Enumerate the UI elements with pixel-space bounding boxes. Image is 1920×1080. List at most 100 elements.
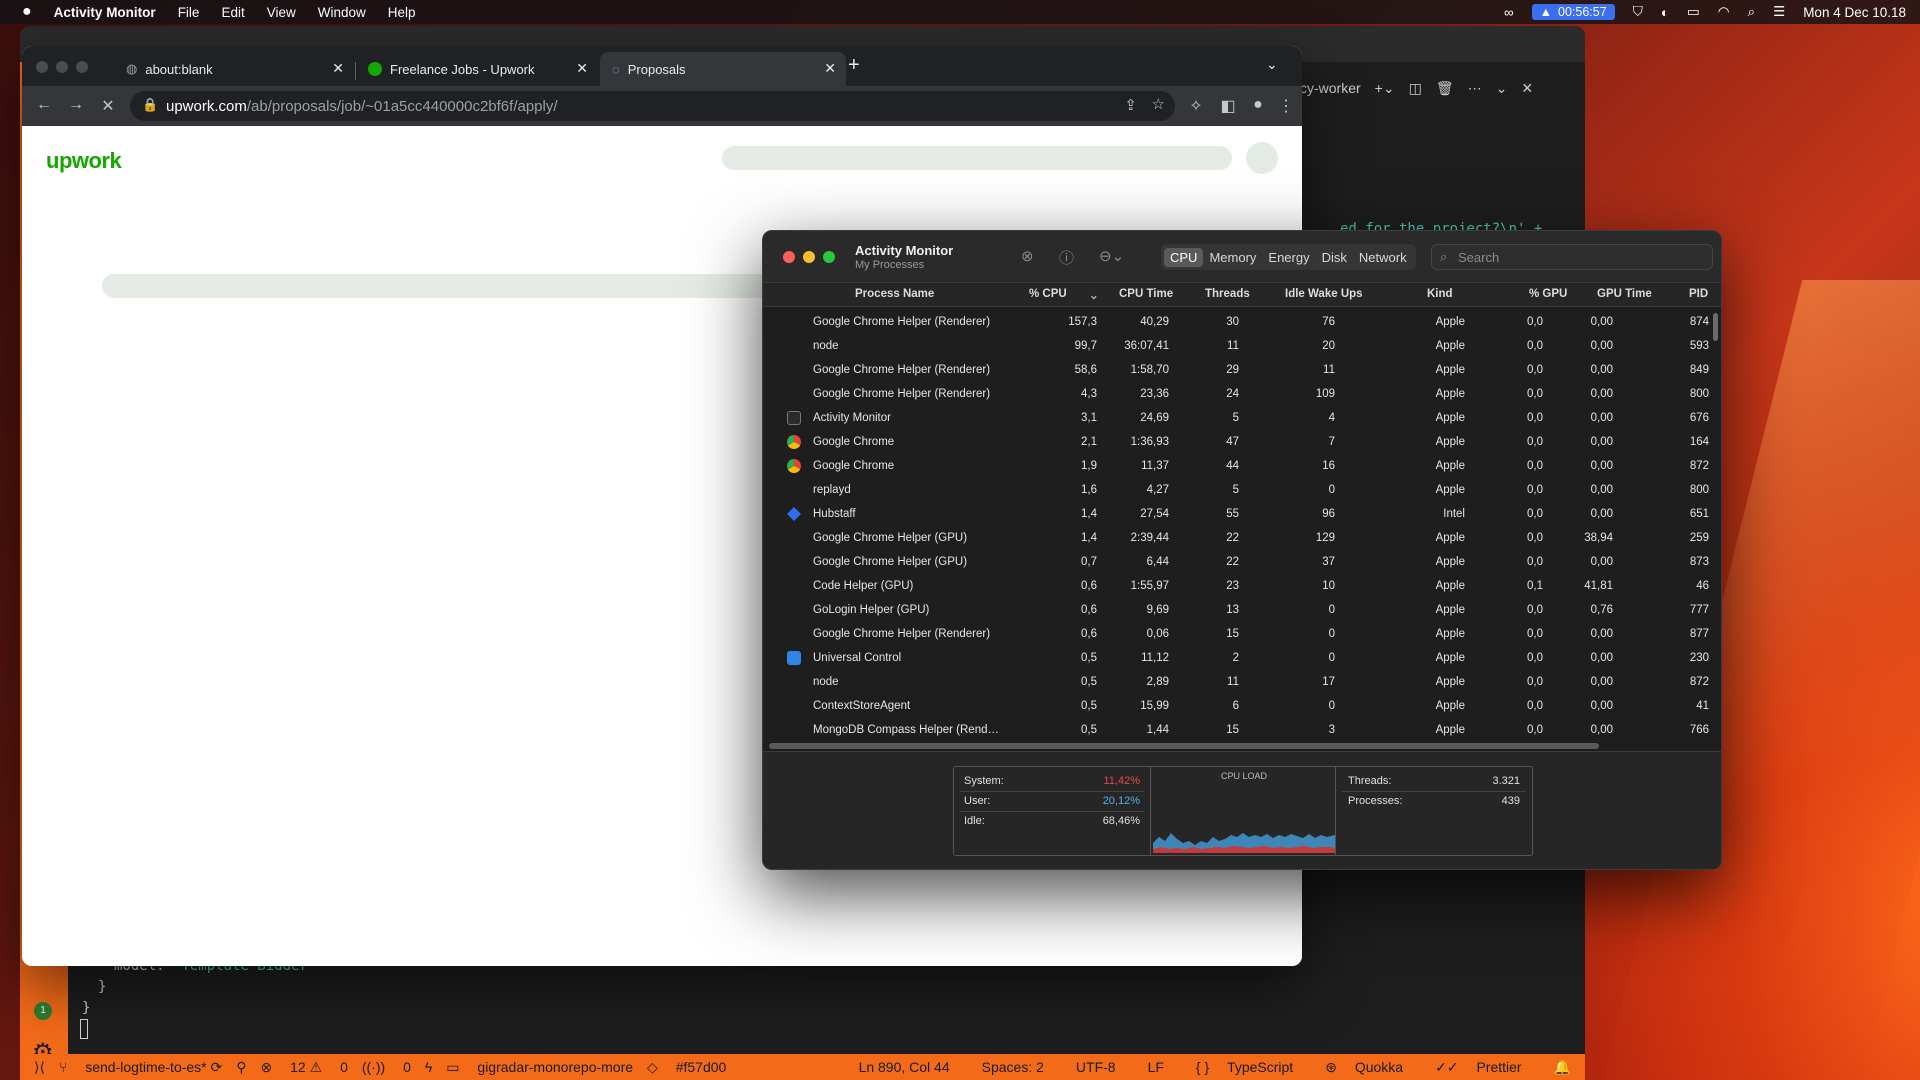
vertical-scrollbar[interactable] [1713, 313, 1718, 341]
bookmark-star-icon[interactable]: ☆ [1152, 95, 1165, 113]
sync-icon[interactable]: ⚲ [236, 1059, 246, 1076]
hubstaff-timer[interactable]: ▲ 00:56:57 [1531, 4, 1615, 20]
process-row[interactable]: Google Chrome Helper (GPU) 0,7 6,44 22 37 App… [763, 551, 1709, 575]
process-row[interactable]: Hubstaff 1,4 27,54 55 96 Intel 0,0 0,00 651 [763, 503, 1709, 527]
horizontal-scrollbar[interactable] [769, 743, 1599, 749]
share-icon[interactable]: ⇪ [1124, 96, 1137, 114]
control-center-icon[interactable]: ☰ [1773, 4, 1785, 20]
ports-item[interactable]: ((·)) 0 [362, 1059, 411, 1075]
search-field[interactable]: ⌕ Search [1431, 244, 1713, 270]
close-icon[interactable]: ✕ [1521, 80, 1533, 97]
prettier-item[interactable]: ✓✓ Prettier [1435, 1059, 1521, 1076]
minimize-window-button[interactable] [803, 251, 815, 263]
apple-icon[interactable]: ● [22, 3, 32, 21]
encoding[interactable]: UTF-8 [1076, 1059, 1116, 1075]
tab-proposals[interactable]: ◌ Proposals ✕ [600, 52, 846, 86]
minimize-window-button[interactable] [56, 61, 68, 73]
tab-network[interactable]: Network [1353, 248, 1413, 267]
new-tab-button[interactable]: + [848, 54, 860, 77]
more-icon[interactable]: ⋯ [1468, 80, 1482, 97]
process-row[interactable]: Google Chrome 2,1 1:36,93 47 7 Apple 0,0 0,00 16… [763, 431, 1709, 455]
process-row[interactable]: Google Chrome Helper (Renderer) 4,3 23,36 2… [763, 383, 1709, 407]
close-tab-icon[interactable]: ✕ [576, 60, 588, 77]
menu-window[interactable]: Window [318, 5, 366, 20]
column-pid[interactable]: PID [1689, 288, 1708, 300]
battery-icon[interactable]: ▭ [1687, 4, 1700, 20]
clock[interactable]: Mon 4 Dec 10.18 [1803, 5, 1906, 20]
code-editor[interactable]: model: 'Template Bidder' } } [80, 956, 316, 1039]
process-row[interactable]: Google Chrome Helper (Renderer) 58,6 1:58,… [763, 359, 1709, 383]
tab-disk[interactable]: Disk [1316, 248, 1353, 267]
tab-memory[interactable]: Memory [1203, 248, 1262, 267]
search-icon[interactable]: ⌕ [1748, 4, 1756, 20]
split-terminal-icon[interactable]: ◫ [1409, 80, 1422, 97]
tab-cpu[interactable]: CPU [1164, 247, 1204, 267]
wifi-icon[interactable]: ◠ [1718, 4, 1730, 20]
process-row[interactable]: node 99,7 36:07,41 11 20 Apple 0,0 0,00 593 [763, 335, 1709, 359]
zoom-window-button[interactable] [76, 61, 88, 73]
column-kind[interactable]: Kind [1427, 288, 1453, 300]
process-row[interactable]: Google Chrome 1,9 11,37 44 16 Apple 0,0 0,00 872 [763, 455, 1709, 479]
close-tab-icon[interactable]: ✕ [332, 60, 344, 77]
extensions-icon[interactable]: ✧ [1186, 96, 1206, 116]
remote-icon[interactable]: ⟩⟨ [34, 1059, 45, 1076]
back-button[interactable]: ← [34, 96, 54, 114]
terminal-name[interactable]: cy-worker [1300, 80, 1361, 96]
indentation[interactable]: Spaces: 2 [982, 1059, 1044, 1075]
app-menu[interactable]: Activity Monitor [54, 5, 156, 20]
problems-item[interactable]: ⊗ 12 ⚠ 0 [261, 1059, 348, 1076]
process-row[interactable]: Activity Monitor 3,1 24,69 5 4 Apple 0,0 0,00 67… [763, 407, 1709, 431]
process-row[interactable]: GoLogin Helper (GPU) 0,6 9,69 13 0 Apple 0,0 0,… [763, 599, 1709, 623]
process-row[interactable]: MongoDB Compass Helper (Rend… 0,5 1,44 15 3 A… [763, 719, 1709, 739]
tab-freelance-jobs[interactable]: Freelance Jobs - Upwork ✕ [356, 52, 598, 86]
lightning-icon[interactable]: ϟ [425, 1059, 432, 1075]
column-process-name[interactable]: Process Name [855, 288, 934, 300]
process-row[interactable]: node 0,5 2,89 11 17 Apple 0,0 0,00 872 [763, 671, 1709, 695]
menu-help[interactable]: Help [388, 5, 416, 20]
process-row[interactable]: Google Chrome Helper (GPU) 1,4 2:39,44 22 12… [763, 527, 1709, 551]
trash-icon[interactable]: 🗑 [1436, 80, 1454, 97]
branch-item[interactable]: ⑂ send-logtime-to-es* ⟳ [59, 1059, 222, 1076]
notifications-icon[interactable]: 🔔 [1554, 1059, 1571, 1076]
column-gpu[interactable]: % GPU [1529, 288, 1567, 300]
process-row[interactable]: Google Chrome Helper (Renderer) 0,6 0,06 15… [763, 623, 1709, 647]
vpn-icon[interactable]: ◐ [1661, 5, 1669, 20]
column-cpu[interactable]: % CPU [1029, 288, 1067, 300]
lock-icon[interactable]: 🔒 [142, 97, 158, 113]
profile-icon[interactable]: ● [1248, 96, 1268, 114]
cursor-position[interactable]: Ln 890, Col 44 [859, 1059, 950, 1075]
stop-loading-button[interactable]: ✕ [98, 96, 118, 116]
commit-item[interactable]: ◇ #f57d00 [647, 1059, 726, 1076]
menu-edit[interactable]: Edit [221, 5, 244, 20]
add-terminal-icon[interactable]: +⌄ [1375, 80, 1395, 97]
process-row[interactable]: ContextStoreAgent 0,5 15,99 6 0 Apple 0,0 0,00 4… [763, 695, 1709, 719]
column-idle-wake-ups[interactable]: Idle Wake Ups [1285, 288, 1363, 300]
line-ending[interactable]: LF [1148, 1059, 1164, 1075]
column-gpu-time[interactable]: GPU Time [1597, 288, 1652, 300]
side-panel-icon[interactable]: ◧ [1218, 96, 1238, 116]
gologin-icon[interactable]: ∞ [1504, 5, 1514, 20]
process-row[interactable]: Code Helper (GPU) 0,6 1:55,97 23 10 Apple 0,1 4… [763, 575, 1709, 599]
forward-button[interactable]: → [66, 96, 86, 114]
tab-about-blank[interactable]: ◍ about:blank ✕ [114, 52, 354, 86]
column-cpu-time[interactable]: CPU Time [1119, 288, 1173, 300]
accounts-badge[interactable]: 1 [34, 1002, 52, 1020]
process-row[interactable]: replayd 1,6 4,27 5 0 Apple 0,0 0,00 800 [763, 479, 1709, 503]
process-row[interactable]: Google Chrome Helper (Renderer) 157,3 40,2… [763, 311, 1709, 335]
more-actions-icon[interactable]: ⊖⌄ [1099, 247, 1124, 265]
tab-energy[interactable]: Energy [1262, 248, 1315, 267]
close-tab-icon[interactable]: ✕ [824, 60, 836, 77]
stop-process-icon[interactable]: ⊗ [1021, 247, 1034, 265]
column-threads[interactable]: Threads [1205, 288, 1250, 300]
close-window-button[interactable] [783, 251, 795, 263]
quokka-item[interactable]: ⊛ Quokka [1325, 1059, 1403, 1076]
menu-file[interactable]: File [178, 5, 200, 20]
address-bar[interactable]: 🔒 upwork.com/ab/proposals/job/~01a5cc440… [130, 91, 1175, 121]
menu-view[interactable]: View [267, 5, 296, 20]
language-mode[interactable]: { } TypeScript [1196, 1059, 1293, 1075]
tab-search-chevron-icon[interactable]: ⌄ [1266, 56, 1278, 73]
info-icon[interactable]: ⓘ [1059, 247, 1074, 268]
process-row[interactable]: Universal Control 0,5 11,12 2 0 Apple 0,0 0,00 2… [763, 647, 1709, 671]
shield-icon[interactable]: ⛉ [1633, 4, 1643, 20]
folder-item[interactable]: ▭ gigradar-monorepo-more [446, 1059, 633, 1076]
